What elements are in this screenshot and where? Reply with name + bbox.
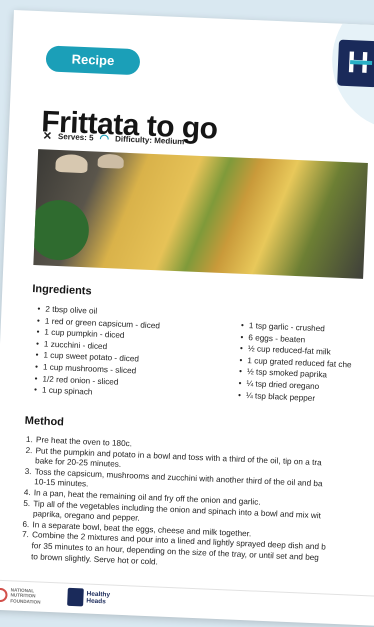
hh-square-icon: [67, 588, 84, 607]
step-number: 4.: [24, 488, 34, 499]
step-number: 6.: [22, 520, 32, 531]
serves-label: Serves: 5: [58, 132, 94, 142]
nnf-label: NATIONAL NUTRITION FOUNDATION: [10, 587, 41, 604]
hh-label: Healthy Heads: [86, 591, 110, 606]
ingredients-list-right: 1 tsp garlic - crushed 6 eggs - beaten ½…: [238, 320, 353, 406]
utensils-icon: ✕: [42, 129, 52, 142]
ingredients-heading: Ingredients: [32, 283, 92, 297]
recipe-badge: Recipe: [45, 45, 140, 75]
footer: NATIONAL NUTRITION FOUNDATION Healthy He…: [0, 580, 374, 627]
nnf-ring-icon: [0, 588, 8, 603]
method-heading: Method: [25, 415, 65, 429]
method-steps: 1.Pre heat the oven to 180c. 2.Put the p…: [21, 435, 366, 576]
healthy-heads-footer-logo: Healthy Heads: [67, 588, 110, 608]
spinach-leaf: [33, 199, 90, 261]
mushroom: [55, 154, 88, 173]
recipe-sheet: H Recipe Frittata to go ✕ Serves: 5 ◠ Di…: [0, 10, 374, 627]
frittata-photo: [33, 149, 368, 279]
nnf-logo: NATIONAL NUTRITION FOUNDATION: [0, 587, 41, 605]
difficulty-label: Difficulty: Medium: [115, 134, 185, 146]
ingredients-list-left: 2 tbsp olive oil 1 red or green capsicum…: [34, 303, 161, 401]
mushroom: [97, 154, 124, 169]
step-number: 1.: [26, 435, 36, 446]
gauge-icon: ◠: [99, 132, 109, 145]
healthy-heads-logo: H: [337, 40, 374, 88]
